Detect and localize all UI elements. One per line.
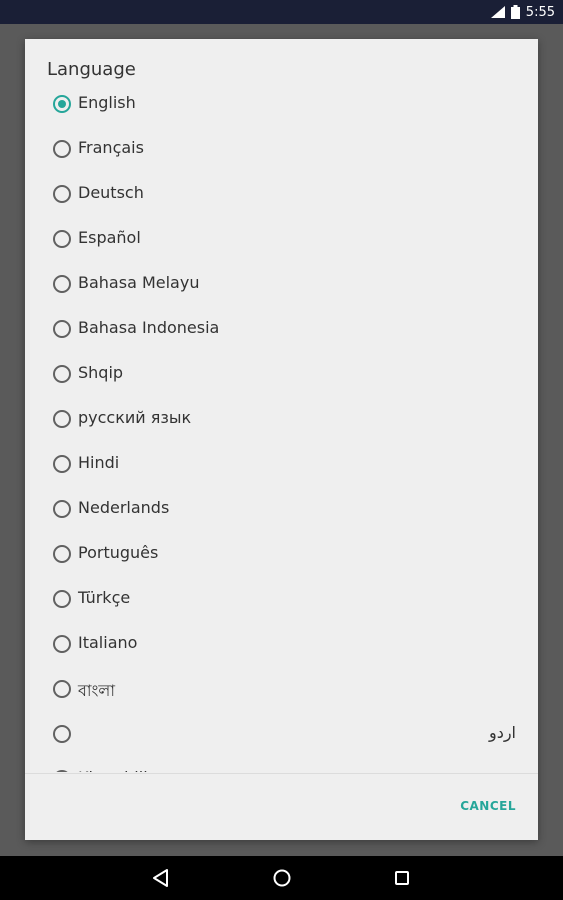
radio-unchecked-icon[interactable]: [53, 635, 71, 653]
language-option[interactable]: اردو: [25, 712, 538, 757]
language-option[interactable]: Français: [25, 127, 538, 172]
language-option[interactable]: Español: [25, 217, 538, 262]
radio-unchecked-icon[interactable]: [53, 725, 71, 743]
language-option[interactable]: Nederlands: [25, 487, 538, 532]
divider: [25, 773, 538, 774]
radio-unchecked-icon[interactable]: [53, 320, 71, 338]
radio-unchecked-icon[interactable]: [53, 770, 71, 772]
language-option[interactable]: Bahasa Melayu: [25, 262, 538, 307]
language-option[interactable]: Deutsch: [25, 172, 538, 217]
language-option[interactable]: Shqip: [25, 352, 538, 397]
language-label: русский язык: [78, 408, 192, 427]
language-option[interactable]: Hindi: [25, 442, 538, 487]
language-label: Español: [78, 228, 141, 247]
signal-icon: [490, 6, 505, 18]
language-label: اردو: [488, 723, 516, 742]
language-label: Nederlands: [78, 498, 170, 517]
radio-unchecked-icon[interactable]: [53, 365, 71, 383]
language-option[interactable]: русский язык: [25, 397, 538, 442]
language-label: Shqip: [78, 363, 124, 382]
language-list[interactable]: English Français Deutsch Español Bahasa Mela…: [25, 82, 538, 772]
language-label: Türkçe: [78, 588, 131, 607]
language-label: Kiswahili: [78, 768, 148, 772]
radio-unchecked-icon[interactable]: [53, 590, 71, 608]
radio-unchecked-icon[interactable]: [53, 680, 71, 698]
radio-checked-icon[interactable]: [53, 95, 71, 113]
language-label: Deutsch: [78, 183, 144, 202]
back-icon[interactable]: [147, 864, 175, 892]
radio-unchecked-icon[interactable]: [53, 500, 71, 518]
language-dialog: Language English Français Deutsch Español Ba…: [25, 39, 538, 840]
language-label: বাংলা: [78, 681, 115, 700]
language-option[interactable]: বাংলা: [25, 667, 538, 712]
language-label: Português: [78, 543, 159, 562]
language-label: Hindi: [78, 453, 120, 472]
language-option[interactable]: Bahasa Indonesia: [25, 307, 538, 352]
navigation-bar: [0, 856, 563, 900]
radio-unchecked-icon[interactable]: [53, 455, 71, 473]
radio-unchecked-icon[interactable]: [53, 275, 71, 293]
radio-unchecked-icon[interactable]: [53, 230, 71, 248]
language-label: Bahasa Melayu: [78, 273, 200, 292]
language-option[interactable]: Português: [25, 532, 538, 577]
radio-unchecked-icon[interactable]: [53, 140, 71, 158]
language-label: Bahasa Indonesia: [78, 318, 220, 337]
radio-unchecked-icon[interactable]: [53, 545, 71, 563]
cancel-button[interactable]: CANCEL: [460, 799, 516, 813]
language-label: Italiano: [78, 633, 138, 652]
clock: 5:55: [525, 4, 555, 20]
status-icons: 5:55: [490, 0, 555, 24]
language-option[interactable]: Italiano: [25, 622, 538, 667]
radio-unchecked-icon[interactable]: [53, 410, 71, 428]
status-bar: 5:55: [0, 0, 563, 24]
dialog-title: Language: [47, 59, 136, 80]
battery-icon: [510, 5, 520, 19]
radio-unchecked-icon[interactable]: [53, 185, 71, 203]
language-option[interactable]: English: [25, 82, 538, 127]
recents-icon[interactable]: [388, 864, 416, 892]
home-icon[interactable]: [268, 864, 296, 892]
language-option[interactable]: Kiswahili: [25, 757, 538, 772]
language-option[interactable]: Türkçe: [25, 577, 538, 622]
language-label: Français: [78, 138, 144, 157]
language-label: English: [78, 93, 136, 112]
